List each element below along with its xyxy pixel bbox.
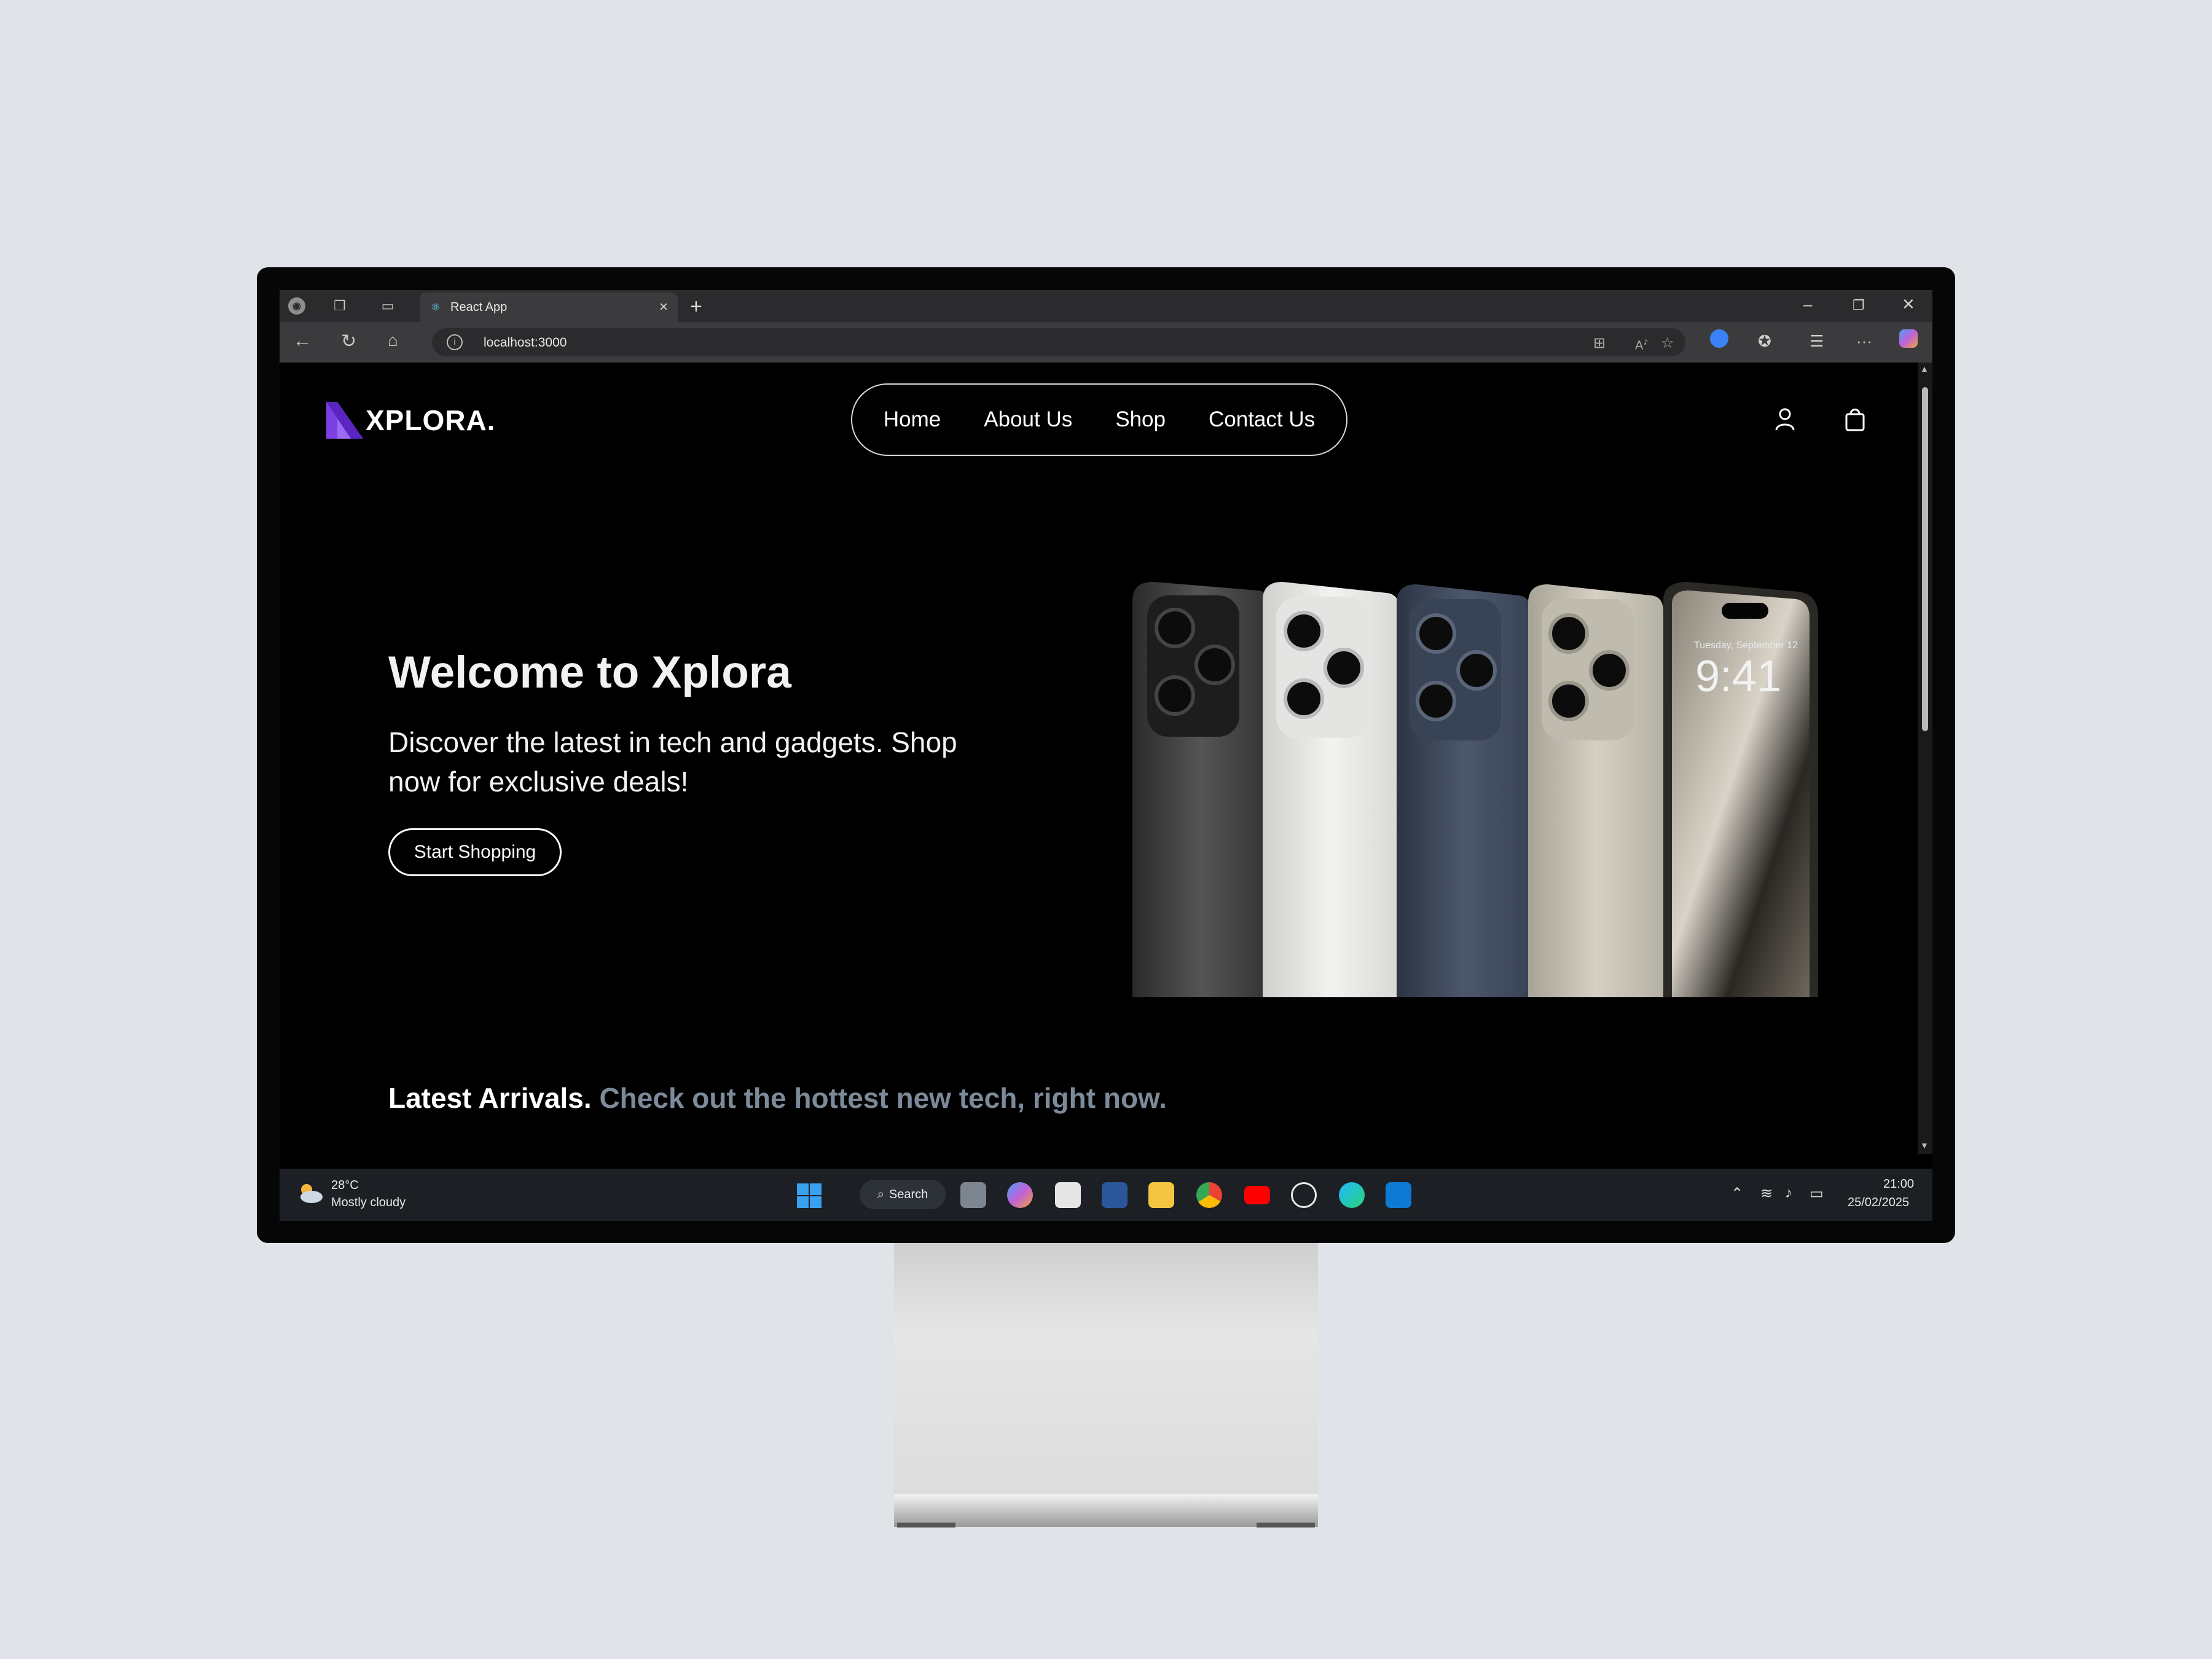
- windows-start-icon[interactable]: [797, 1183, 822, 1208]
- logo-text: XPLORA.: [366, 404, 496, 436]
- site-info-icon[interactable]: i: [447, 334, 463, 350]
- chrome-icon[interactable]: [1196, 1182, 1222, 1208]
- nav-about-us[interactable]: About Us: [984, 407, 1072, 432]
- nav-home[interactable]: Home: [884, 407, 941, 432]
- browser-tab-bar: ◉ ❐ ▭ ⚛ React App × + – ❐ ✕: [280, 290, 1932, 322]
- workspaces-icon[interactable]: ❐: [331, 297, 348, 315]
- tab-title: React App: [450, 300, 508, 314]
- hero-title: Welcome to Xplora: [388, 648, 791, 697]
- start-shopping-button[interactable]: Start Shopping: [388, 828, 562, 876]
- phone-screen-time: 9:41: [1695, 652, 1781, 701]
- stand-foot-left: [897, 1523, 955, 1528]
- clock-time[interactable]: 21:00: [1883, 1177, 1914, 1191]
- close-tab-icon[interactable]: ×: [659, 299, 668, 316]
- vscode-icon[interactable]: [1386, 1182, 1411, 1208]
- read-aloud-icon[interactable]: A♪: [1635, 335, 1649, 353]
- extension-icon[interactable]: [1710, 329, 1728, 348]
- microsoft-store-icon[interactable]: [1055, 1182, 1081, 1208]
- restore-icon[interactable]: ❐: [1853, 297, 1865, 313]
- search-icon: ⌕: [877, 1187, 884, 1201]
- main-nav: Home About Us Shop Contact Us: [851, 383, 1347, 456]
- hero-phones-image: Tuesday, September 12 9:41: [1132, 582, 1818, 997]
- scroll-down-icon[interactable]: ▼: [1920, 1140, 1929, 1150]
- react-favicon-icon: ⚛: [430, 301, 441, 313]
- app-available-icon[interactable]: ⊞: [1593, 334, 1606, 352]
- task-view-icon[interactable]: [960, 1182, 986, 1208]
- more-options-icon[interactable]: ···: [1856, 332, 1872, 351]
- refresh-icon[interactable]: ↻: [341, 331, 356, 352]
- browser-address-bar: ← ↻ ⌂ i localhost:3000 ⊞ A♪ ☆ ✪ ☰ ···: [280, 322, 1932, 363]
- word-icon[interactable]: [1102, 1182, 1128, 1208]
- copilot-app-icon[interactable]: [1007, 1182, 1033, 1208]
- file-explorer-icon[interactable]: [1148, 1182, 1174, 1208]
- battery-icon[interactable]: ▭: [1810, 1185, 1824, 1202]
- user-account-icon[interactable]: [1771, 406, 1798, 433]
- back-icon[interactable]: ←: [293, 331, 312, 351]
- clock-date[interactable]: 25/02/2025: [1848, 1196, 1909, 1210]
- monitor-stand-base: [894, 1494, 1318, 1527]
- screen: ◉ ❐ ▭ ⚛ React App × + – ❐ ✕ ← ↻ ⌂ i loca…: [280, 290, 1932, 1221]
- weather-temperature[interactable]: 28°C: [331, 1179, 359, 1193]
- weather-cloud-icon[interactable]: [296, 1181, 324, 1206]
- home-icon[interactable]: ⌂: [388, 331, 398, 350]
- webpage: XPLORA. Home About Us Shop Contact Us We…: [282, 363, 1918, 1154]
- profile-icon[interactable]: ◉: [288, 297, 305, 315]
- copilot-icon[interactable]: [1899, 329, 1918, 348]
- youtube-icon[interactable]: [1244, 1186, 1270, 1204]
- chatgpt-icon[interactable]: [1291, 1182, 1317, 1208]
- hero-description: Discover the latest in tech and gadgets.…: [388, 726, 957, 798]
- windows-taskbar: 28°C Mostly cloudy ⌕ Search ⌃ ≋ ♪ ▭ 21:0…: [280, 1169, 1932, 1221]
- url-input[interactable]: i localhost:3000 ⊞ A♪ ☆: [432, 328, 1685, 356]
- weather-description[interactable]: Mostly cloudy: [331, 1196, 406, 1210]
- extensions-puzzle-icon[interactable]: ✪: [1758, 332, 1771, 351]
- favorite-star-icon[interactable]: ☆: [1661, 334, 1674, 352]
- url-text: localhost:3000: [484, 335, 567, 350]
- show-hidden-icons-icon[interactable]: ⌃: [1731, 1185, 1743, 1202]
- page-scrollbar[interactable]: ▲ ▼: [1918, 363, 1932, 1154]
- favorites-icon[interactable]: ☰: [1810, 332, 1824, 351]
- tab-react-app[interactable]: ⚛ React App ×: [420, 292, 678, 322]
- latest-arrivals-heading: Latest Arrivals. Check out the hottest n…: [388, 1081, 1167, 1115]
- shopping-bag-icon[interactable]: [1841, 406, 1869, 433]
- taskbar-search-button[interactable]: ⌕ Search: [860, 1180, 946, 1209]
- close-window-icon[interactable]: ✕: [1902, 295, 1915, 314]
- minimize-icon[interactable]: –: [1803, 295, 1812, 314]
- scroll-thumb[interactable]: [1922, 387, 1928, 731]
- wifi-icon[interactable]: ≋: [1760, 1185, 1773, 1202]
- site-logo[interactable]: XPLORA.: [326, 402, 495, 439]
- volume-icon[interactable]: ♪: [1785, 1185, 1792, 1202]
- phone-screen-date: Tuesday, September 12: [1694, 640, 1798, 651]
- xplora-logo-icon: [326, 402, 363, 439]
- nav-contact-us[interactable]: Contact Us: [1209, 407, 1315, 432]
- scroll-up-icon[interactable]: ▲: [1920, 364, 1929, 374]
- latest-arrivals-tagline: Check out the hottest new tech, right no…: [599, 1082, 1167, 1114]
- vertical-tabs-icon[interactable]: ▭: [379, 297, 396, 315]
- search-label: Search: [888, 1187, 928, 1201]
- latest-arrivals-lead: Latest Arrivals.: [388, 1082, 592, 1114]
- edge-icon[interactable]: [1339, 1182, 1365, 1208]
- monitor-stand: [894, 1243, 1318, 1501]
- new-tab-icon[interactable]: +: [690, 295, 702, 319]
- nav-shop[interactable]: Shop: [1115, 407, 1166, 432]
- stand-foot-right: [1257, 1523, 1315, 1528]
